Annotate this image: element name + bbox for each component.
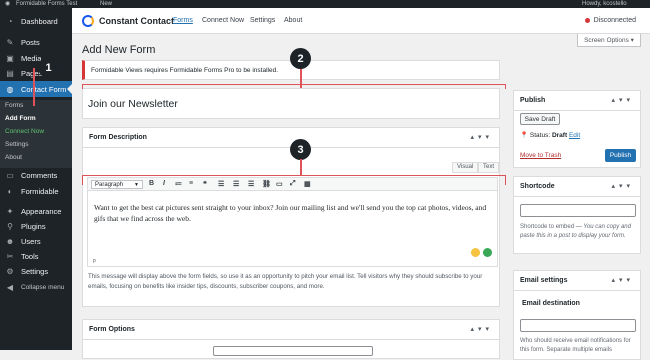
plugins-icon: ⚲ (7, 221, 13, 231)
publish-button[interactable]: Publish (605, 149, 636, 162)
contact-form-submenu: Forms Add Form Connect Now Settings Abou… (0, 100, 72, 168)
sidebar-item-dashboard[interactable]: ◔ Dashboard (0, 13, 72, 29)
sidebar-collapse-menu[interactable]: ◀ Collapse menu (0, 279, 72, 295)
contact-form-icon: ◍ (6, 84, 14, 94)
sidebar-item-media[interactable]: ▣ Media (0, 50, 72, 66)
status-dot-icon (584, 17, 590, 23)
panel-controls-icon[interactable]: ▴▾▾ (470, 133, 493, 141)
publish-panel: Publish ▴▾▾ Save Draft 📍 Status: Draft E… (513, 90, 641, 168)
connection-status: Disconnected (584, 17, 636, 24)
tab-forms[interactable]: Forms (173, 17, 193, 24)
constant-contact-logo-icon (82, 15, 94, 27)
shortcode-field[interactable] (520, 204, 636, 217)
sidebar-item-users[interactable]: ☻ Users (0, 233, 72, 249)
panel-controls-icon[interactable]: ▴▾▾ (611, 276, 634, 284)
form-description-title: Form Description (89, 134, 147, 141)
shortcode-title: Shortcode (520, 183, 555, 190)
form-options-field[interactable] (213, 346, 373, 356)
site-name[interactable]: Formidable Forms Test (16, 0, 77, 8)
sidebar-item-posts[interactable]: ✎ Posts (0, 34, 72, 50)
tab-about[interactable]: About (284, 17, 302, 24)
comments-icon: ▭ (6, 170, 14, 180)
screen-options-button[interactable]: Screen Options ▾ (577, 34, 641, 47)
plugin-top-nav: Constant Contact Forms Connect Now Setti… (72, 8, 650, 34)
panel-controls-icon[interactable]: ▴▾▾ (611, 182, 634, 190)
description-editor[interactable]: Want to get the best cat pictures sent s… (87, 191, 498, 267)
sidebar-item-settings[interactable]: ⚙ Settings (0, 263, 72, 279)
settings-icon: ⚙ (6, 266, 14, 276)
admin-sidebar: ◔ Dashboard ✎ Posts ▣ Media ▤ Pages ◍ Contact… (0, 8, 72, 350)
callout-2-highlight (82, 84, 506, 89)
tab-connect-now[interactable]: Connect Now (202, 17, 244, 24)
publish-header: Publish ▴▾▾ (514, 91, 640, 111)
appearance-icon: ✦ (6, 206, 14, 216)
tab-settings[interactable]: Settings (250, 17, 275, 24)
form-options-panel: Form Options ▴▾▾ (82, 319, 500, 359)
callout-2-badge: 2 (290, 48, 311, 69)
callout-3-highlight (82, 175, 506, 185)
panel-controls-icon[interactable]: ▴▾▾ (611, 96, 634, 104)
emoji-icon[interactable] (471, 248, 480, 257)
callout-1-line (33, 68, 35, 106)
sidebar-item-pages[interactable]: ▤ Pages (0, 65, 72, 81)
submenu-connect-now[interactable]: Connect Now (5, 128, 44, 135)
description-help-text: This message will display above the form… (88, 273, 483, 290)
email-destination-input[interactable] (520, 319, 636, 332)
sidebar-item-appearance[interactable]: ✦ Appearance (0, 203, 72, 219)
active-indicator (67, 84, 72, 94)
page-title: Add New Form (82, 44, 156, 56)
new-link[interactable]: New (100, 0, 112, 8)
collapse-icon: ◀ (6, 282, 14, 292)
save-draft-button[interactable]: Save Draft (520, 113, 560, 125)
form-options-title: Form Options (89, 326, 135, 333)
publish-title: Publish (520, 97, 546, 104)
form-title-box: Join our Newsletter (82, 88, 500, 119)
form-options-header: Form Options ▴▾▾ (83, 320, 499, 340)
panel-controls-icon[interactable]: ▴▾▾ (470, 325, 493, 333)
pages-icon: ▤ (6, 68, 14, 78)
email-settings-header: Email settings ▴▾▾ (514, 271, 640, 291)
sidebar-item-formidable[interactable]: ◐ Formidable (0, 183, 72, 199)
tools-icon: ✂ (6, 251, 14, 261)
shortcode-panel: Shortcode ▴▾▾ Shortcode to embed — You c… (513, 176, 641, 254)
submenu-settings[interactable]: Settings (5, 141, 29, 148)
wordpress-icon[interactable]: ◉ (5, 0, 10, 8)
form-title-input[interactable]: Join our Newsletter (88, 98, 178, 110)
sidebar-item-contact-form[interactable]: ◍ Contact Form (0, 81, 72, 97)
admin-bar: ◉ Formidable Forms Test New Howdy, kcost… (0, 0, 650, 8)
brand-name: Constant Contact (99, 16, 174, 26)
post-status: 📍 Status: Draft Edit (520, 132, 581, 139)
sidebar-item-plugins[interactable]: ⚲ Plugins (0, 218, 72, 234)
tab-visual[interactable]: Visual (452, 162, 479, 173)
edit-status-link[interactable]: Edit (569, 132, 580, 139)
move-to-trash-link[interactable]: Move to Trash (520, 152, 561, 159)
pin-icon: 📍 (520, 132, 529, 139)
callout-3-badge: 3 (290, 139, 311, 160)
sidebar-item-tools[interactable]: ✂ Tools (0, 248, 72, 264)
sidebar-item-comments[interactable]: ▭ Comments (0, 167, 72, 183)
grammarly-icon[interactable] (483, 248, 492, 257)
formidable-icon: ◐ (7, 186, 13, 196)
description-content: Want to get the best cat pictures sent s… (94, 203, 487, 223)
submenu-forms[interactable]: Forms (5, 102, 23, 109)
callout-3-line (300, 159, 302, 175)
howdy-user[interactable]: Howdy, kcostello (582, 0, 627, 8)
submenu-add-form[interactable]: Add Form (5, 115, 36, 122)
shortcode-header: Shortcode ▴▾▾ (514, 177, 640, 197)
media-icon: ▣ (6, 53, 14, 63)
callout-1-badge: 1 (38, 57, 59, 78)
dashboard-icon: ◔ (7, 16, 13, 26)
email-settings-title: Email settings (520, 277, 568, 284)
submenu-about[interactable]: About (5, 154, 22, 161)
shortcode-help: Shortcode to embed — You can copy and pa… (520, 224, 631, 239)
users-icon: ☻ (5, 236, 15, 246)
tab-text[interactable]: Text (478, 162, 500, 173)
pin-icon: ✎ (6, 37, 14, 47)
element-path: p (93, 258, 96, 264)
email-destination-help: Who should receive email notifications f… (520, 338, 631, 353)
email-settings-panel: Email settings ▴▾▾ Email destination Who… (513, 270, 641, 360)
email-destination-label: Email destination (522, 300, 580, 307)
